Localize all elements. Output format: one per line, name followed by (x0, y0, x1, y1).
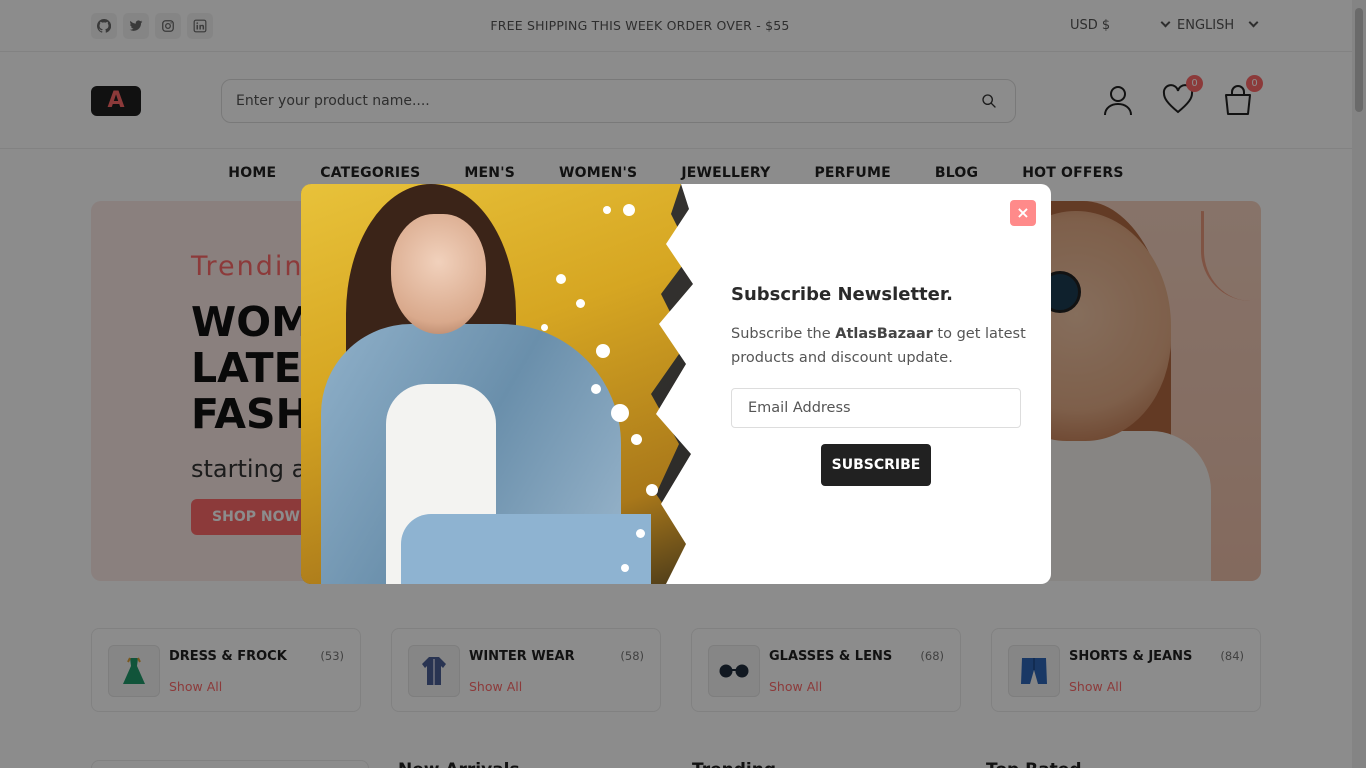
splash-dot (636, 529, 645, 538)
newsletter-model-image (301, 184, 696, 584)
splash-dot (621, 564, 629, 572)
splash-dot (576, 299, 585, 308)
desc-text-pre: Subscribe the (731, 326, 836, 342)
newsletter-title: Subscribe Newsletter. (731, 284, 954, 305)
splash-dot (623, 204, 635, 216)
newsletter-description: Subscribe the AtlasBazaar to get latest … (731, 322, 1031, 370)
splash-dot (646, 484, 658, 496)
newsletter-modal: × Subscribe Newsletter. Subscribe the At… (301, 184, 1051, 584)
email-input[interactable] (731, 388, 1021, 428)
model-jeans (401, 514, 651, 584)
splash-dot (541, 324, 548, 331)
splash-dot (556, 274, 566, 284)
model-face (391, 214, 486, 334)
subscribe-button[interactable]: SUBSCRIBE (821, 444, 931, 486)
splash-dot (631, 434, 642, 445)
brand-name: AtlasBazaar (835, 326, 933, 342)
splash-dot (591, 384, 601, 394)
splash-dot (611, 404, 629, 422)
splash-dot (596, 344, 610, 358)
close-modal-button[interactable]: × (1010, 200, 1036, 226)
splash-dot (603, 206, 611, 214)
